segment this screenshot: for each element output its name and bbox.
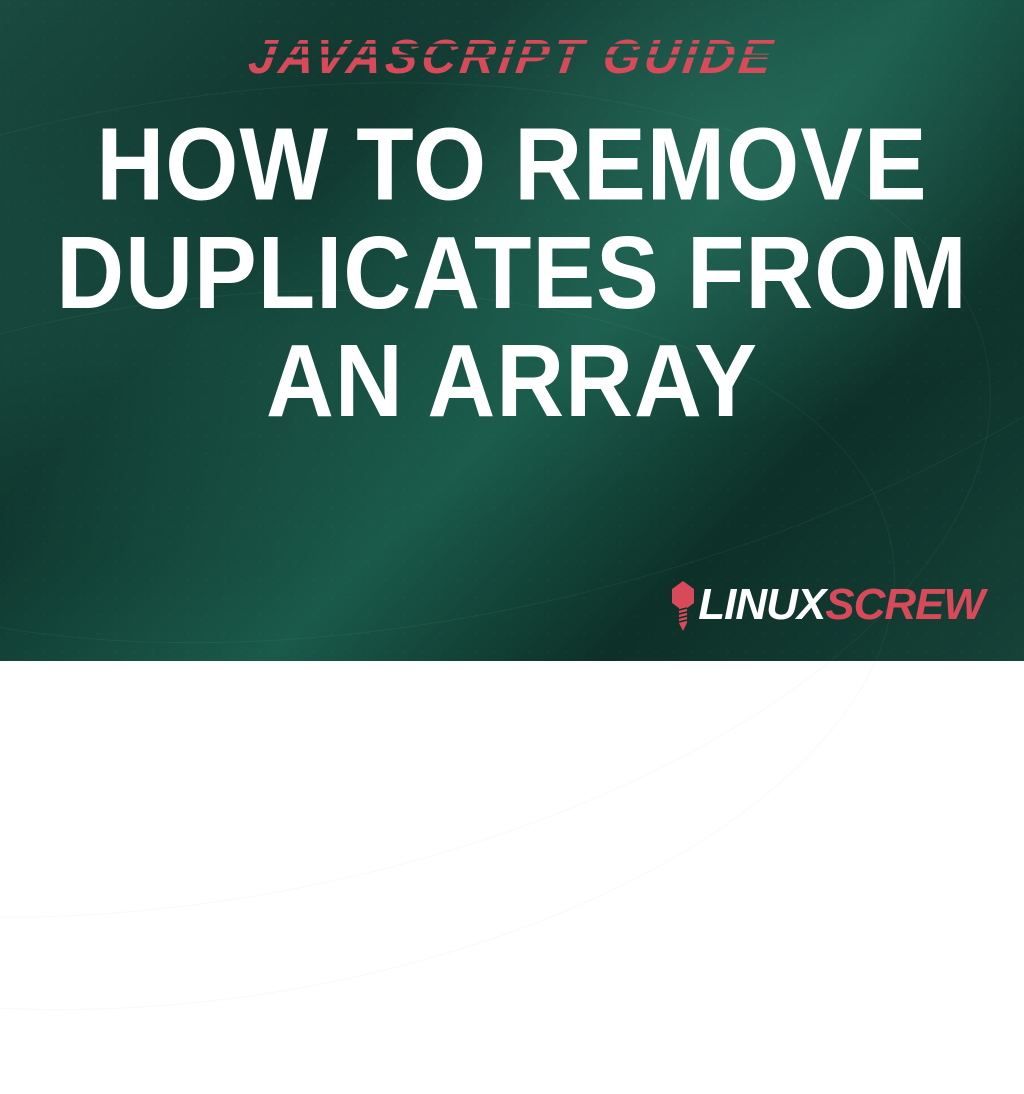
banner-title: HOW TO REMOVE DUPLICATES FROM AN ARRAY bbox=[52, 110, 972, 436]
banner-subtitle: JAVASCRIPT GUIDE bbox=[245, 30, 779, 85]
logo-text-linux: LINUX bbox=[698, 580, 825, 630]
brand-logo: LINUX SCREW bbox=[670, 579, 984, 631]
logo-text-screw: SCREW bbox=[825, 580, 984, 630]
screw-icon bbox=[670, 579, 696, 631]
promo-banner: JAVASCRIPT GUIDE HOW TO REMOVE DUPLICATE… bbox=[0, 0, 1024, 661]
